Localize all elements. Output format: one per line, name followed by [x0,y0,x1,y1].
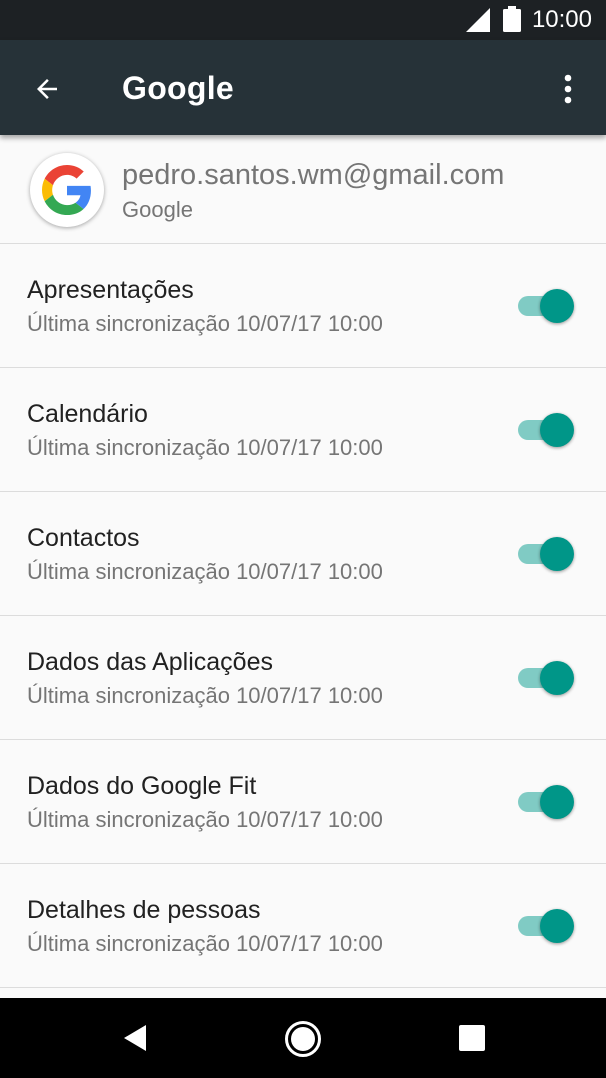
switch-thumb [540,661,574,695]
sync-item-title: Dados do Google Fit [27,772,257,800]
sync-item-title: Dados das Aplicações [27,648,273,676]
sync-list: Apresentações Última sincronização 10/07… [0,244,606,988]
battery-icon [503,6,521,32]
sync-item-subtitle: Última sincronização 10/07/17 10:00 [27,931,383,956]
sync-item-title: Contactos [27,524,140,552]
sync-item-dados-aplicacoes[interactable]: Dados das Aplicações Última sincronizaçã… [0,616,606,740]
sync-toggle-switch[interactable] [518,537,574,571]
account-type: Google [122,197,193,222]
sync-item-title: Detalhes de pessoas [27,896,261,924]
account-email: pedro.santos.wm@gmail.com [122,159,505,191]
sync-item-calendario[interactable]: Calendário Última sincronização 10/07/17… [0,368,606,492]
switch-thumb [540,909,574,943]
navigation-bar [0,998,606,1078]
sync-item-subtitle: Última sincronização 10/07/17 10:00 [27,435,383,460]
page-title: Google [122,70,235,106]
more-options-button[interactable] [548,66,588,112]
back-button[interactable] [22,64,72,114]
google-logo-icon [42,165,91,215]
sync-item-subtitle: Última sincronização 10/07/17 10:00 [27,807,383,832]
sync-toggle-switch[interactable] [518,289,574,323]
sync-toggle-switch[interactable] [518,413,574,447]
sync-item-apresentacoes[interactable]: Apresentações Última sincronização 10/07… [0,244,606,368]
sync-item-subtitle: Última sincronização 10/07/17 10:00 [27,683,383,708]
switch-thumb [540,413,574,447]
nav-home-icon[interactable] [284,1020,322,1058]
sync-item-title: Calendário [27,400,148,428]
sync-toggle-switch[interactable] [518,785,574,819]
status-bar: 10:00 [0,0,606,40]
app-bar: Google [0,40,606,135]
sync-item-title: Apresentações [27,276,194,304]
more-vert-icon [564,74,572,104]
screen: 10:00 Google pedro.santos.wm@gmail.com G… [0,0,606,1078]
signal-icon [466,8,490,32]
switch-thumb [540,785,574,819]
sync-item-contactos[interactable]: Contactos Última sincronização 10/07/17 … [0,492,606,616]
sync-item-detalhes-pessoas[interactable]: Detalhes de pessoas Última sincronização… [0,864,606,988]
nav-recents-icon[interactable] [458,1024,486,1052]
sync-item-subtitle: Última sincronização 10/07/17 10:00 [27,311,383,336]
nav-back-icon[interactable] [120,1022,152,1054]
sync-toggle-switch[interactable] [518,909,574,943]
account-avatar [30,153,104,227]
sync-item-subtitle: Última sincronização 10/07/17 10:00 [27,559,383,584]
account-header: pedro.santos.wm@gmail.com Google [0,135,606,244]
arrow-back-icon [37,79,57,99]
sync-toggle-switch[interactable] [518,661,574,695]
sync-item-google-fit[interactable]: Dados do Google Fit Última sincronização… [0,740,606,864]
switch-thumb [540,537,574,571]
status-time: 10:00 [531,6,592,33]
switch-thumb [540,289,574,323]
